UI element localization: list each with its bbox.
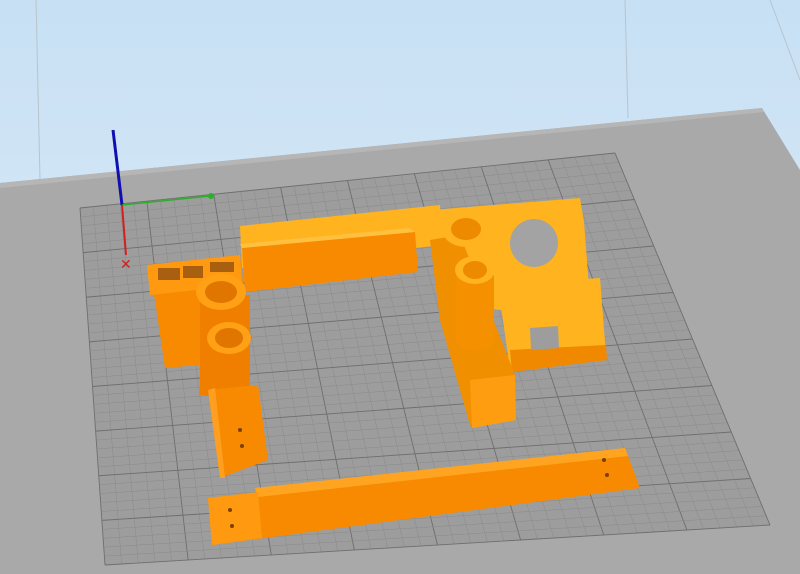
square-cutout — [530, 326, 559, 350]
motor-hole — [510, 219, 558, 267]
3d-viewport[interactable]: ✕ — [0, 0, 800, 574]
x-axis-marker-icon: ✕ — [120, 256, 132, 272]
y-axis-handle-icon — [208, 193, 214, 199]
